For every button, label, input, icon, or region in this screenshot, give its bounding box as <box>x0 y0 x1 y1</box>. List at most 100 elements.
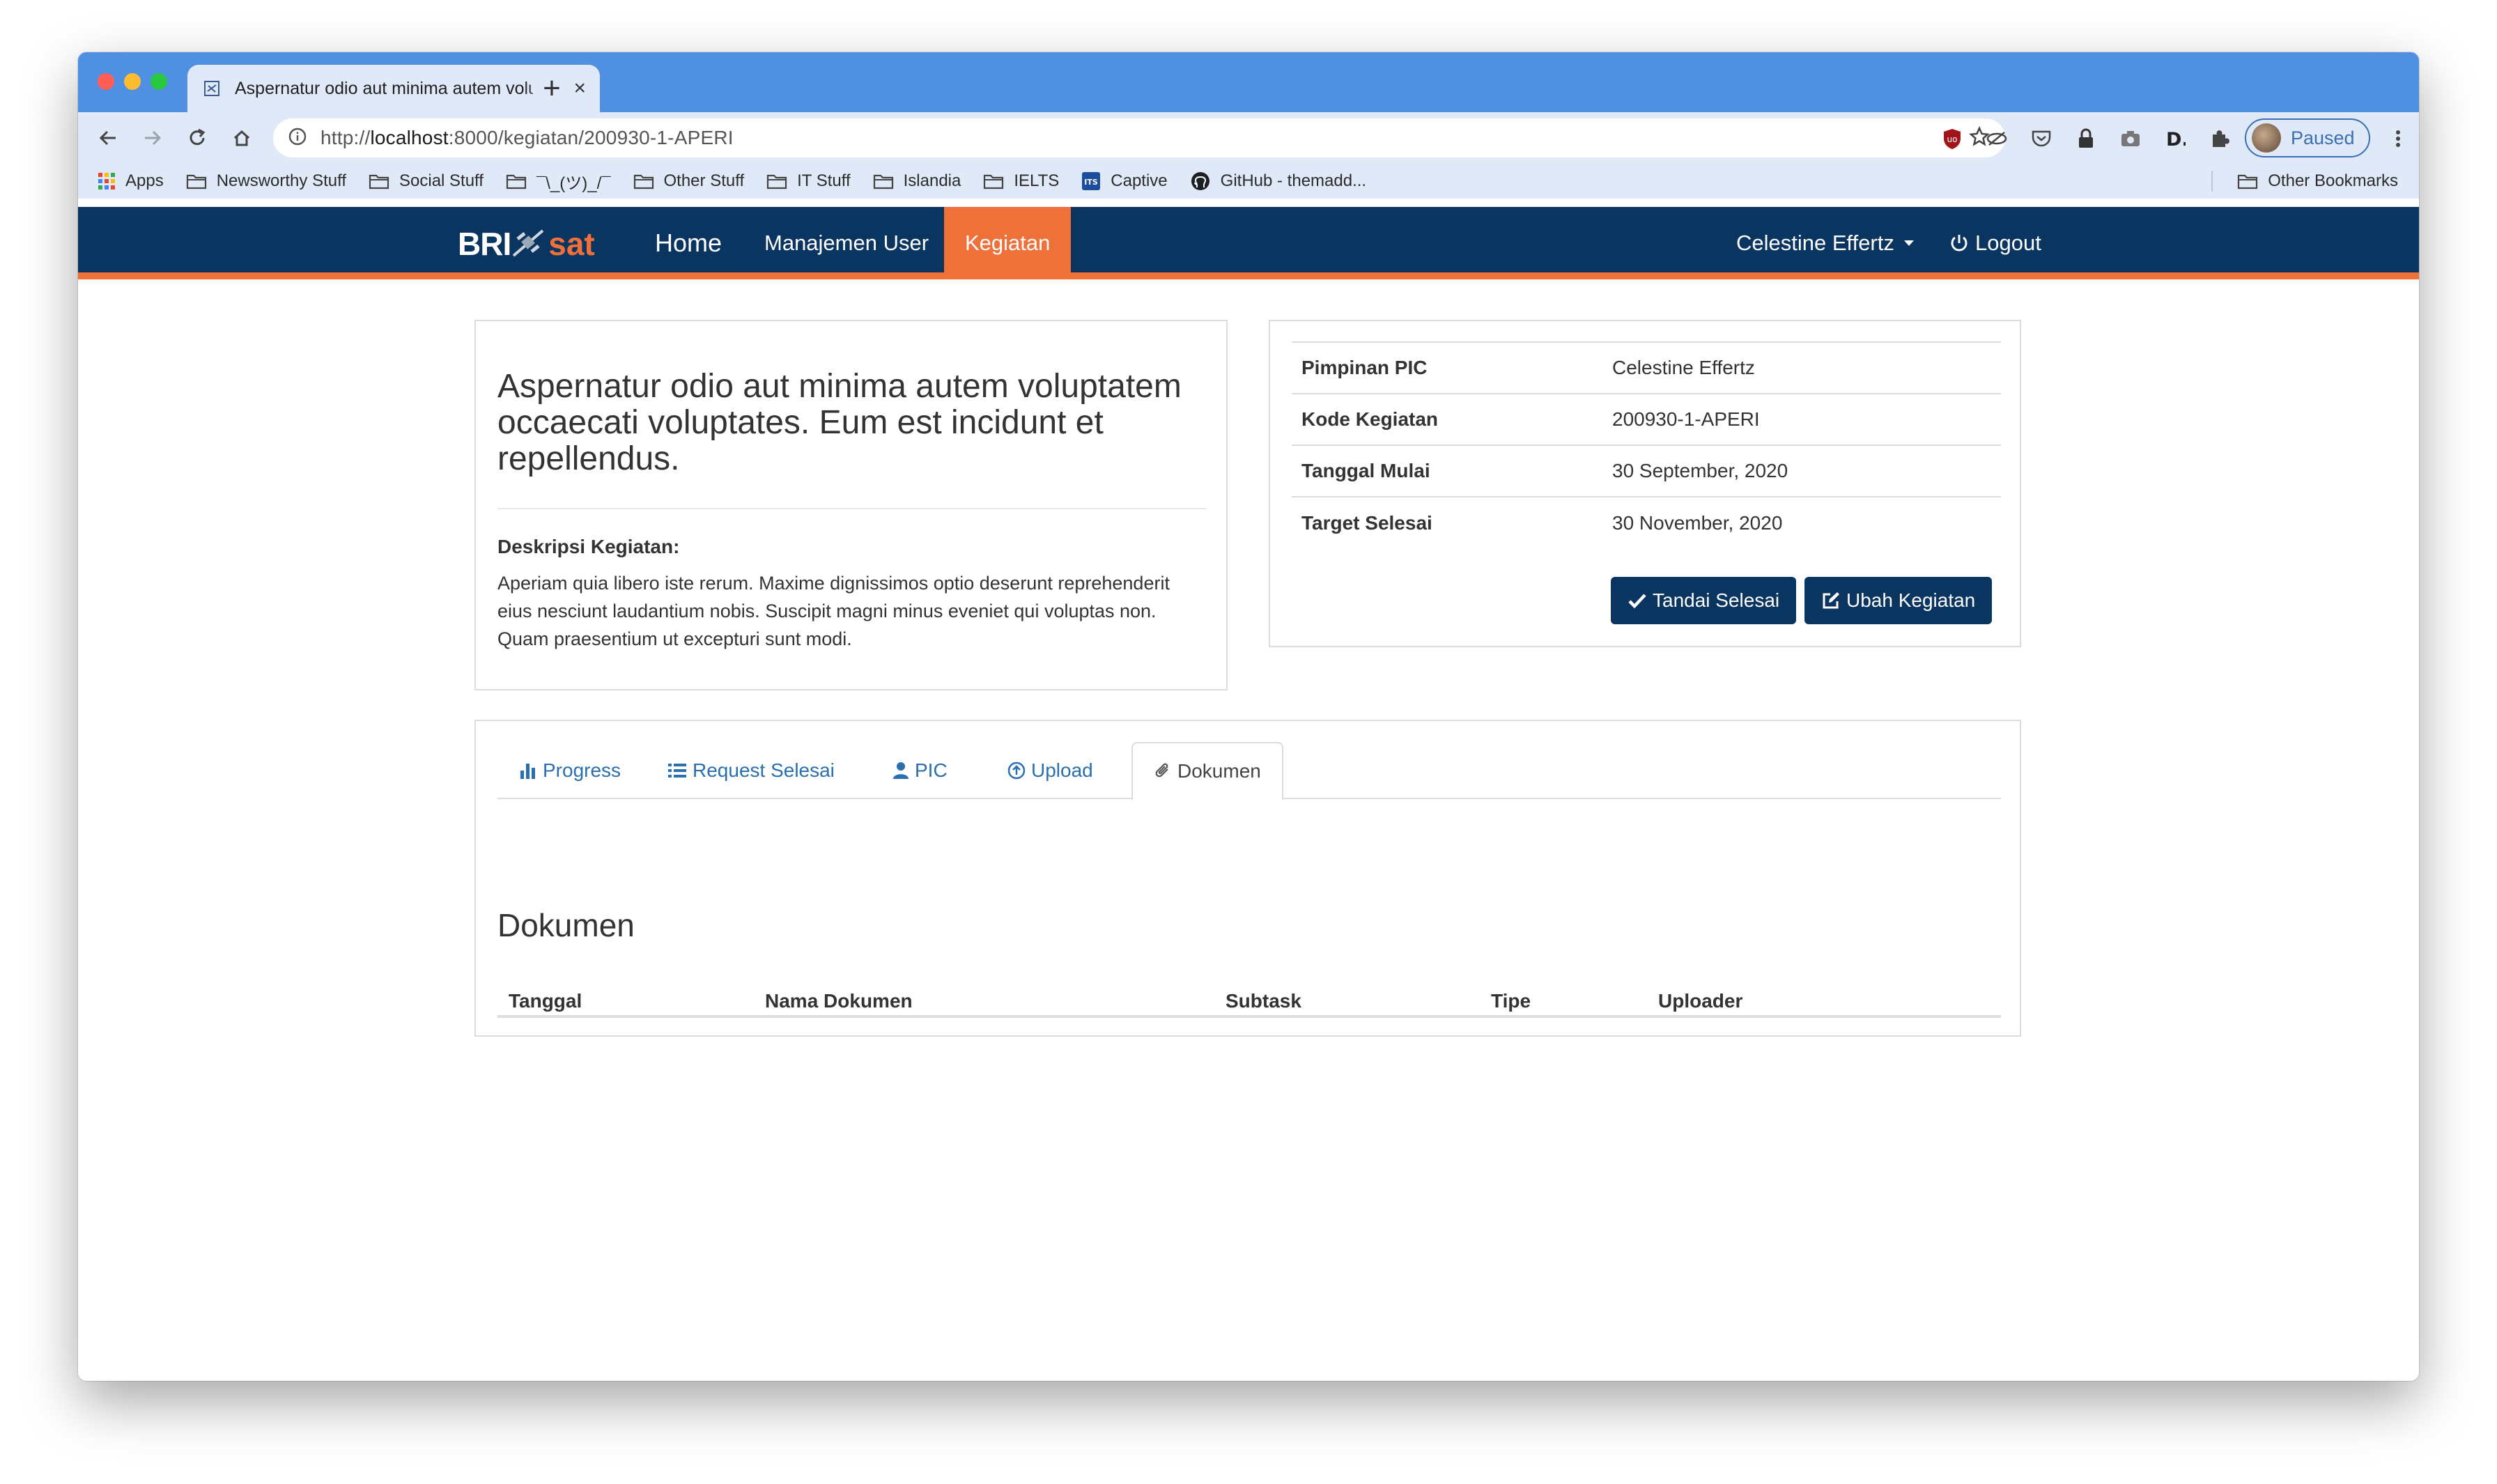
svg-text:ITS: ITS <box>1085 178 1099 187</box>
minimize-window-button[interactable] <box>124 73 141 90</box>
info-row: Tanggal Mulai 30 September, 2020 <box>1292 445 2001 497</box>
bookmark-label: IELTS <box>1014 171 1060 190</box>
tab-request-selesai[interactable]: Request Selesai <box>667 742 835 799</box>
column-header[interactable]: Tipe <box>1491 990 1531 1012</box>
user-dropdown[interactable]: Celestine Effertz <box>1736 207 1914 279</box>
tab-close-icon[interactable]: × <box>573 78 586 99</box>
tab-title: Aspernatur odio aut minima autem volupta… <box>235 78 562 98</box>
activity-info-table: Pimpinan PIC Celestine Effertz Kode Kegi… <box>1292 341 2001 548</box>
bookmark-apps[interactable]: Apps <box>98 171 164 191</box>
info-row: Pimpinan PIC Celestine Effertz <box>1292 341 2001 394</box>
brisat-logo[interactable]: BRI sat <box>458 221 595 267</box>
bookmark-social-stuff[interactable]: Social Stuff <box>369 171 484 191</box>
upload-circle-icon <box>1007 762 1026 780</box>
folder-icon <box>2237 173 2258 190</box>
edit-icon <box>1823 592 1839 609</box>
bookmark-islandia[interactable]: Islandia <box>873 171 961 191</box>
svg-text:D.: D. <box>2166 129 2186 149</box>
home-icon[interactable] <box>226 122 258 154</box>
logout-link[interactable]: Logout <box>1949 207 2041 279</box>
tab-label: Request Selesai <box>693 759 835 781</box>
nav-kegiatan[interactable]: Kegiatan <box>944 207 1072 279</box>
power-icon <box>1949 233 1970 254</box>
column-header[interactable]: Subtask <box>1226 990 1301 1012</box>
column-header[interactable]: Uploader <box>1658 990 1742 1012</box>
new-tab-button[interactable]: + <box>532 69 571 108</box>
column-header[interactable]: Nama Dokumen <box>765 990 913 1012</box>
check-icon <box>1628 594 1646 609</box>
tab-upload[interactable]: Upload <box>1007 742 1093 799</box>
activity-title: Aspernatur odio aut minima autem volupta… <box>497 368 1182 477</box>
mark-done-button[interactable]: Tandai Selesai <box>1611 577 1797 624</box>
reload-icon[interactable] <box>181 122 213 154</box>
bookmark-label: Other Bookmarks <box>2268 171 2398 190</box>
camera-icon[interactable] <box>2118 126 2143 151</box>
activity-summary-panel: Aspernatur odio aut minima autem volupta… <box>474 320 1228 690</box>
tab-pic[interactable]: PIC <box>892 742 948 799</box>
caret-down-icon <box>1903 240 1914 246</box>
list-icon <box>668 764 686 778</box>
apps-grid-icon <box>98 172 116 190</box>
tab-dokumen[interactable]: Dokumen <box>1131 742 1283 801</box>
its-icon: ITS <box>1081 171 1101 191</box>
satellite-icon <box>511 225 546 263</box>
avatar <box>2252 123 2281 153</box>
documents-table-header: Tanggal Nama Dokumen Subtask Tipe Upload… <box>497 990 2001 1018</box>
back-icon[interactable] <box>92 122 124 154</box>
edit-activity-button[interactable]: Ubah Kegiatan <box>1804 577 1993 624</box>
lock-extension-icon[interactable] <box>2073 126 2098 151</box>
site-favicon-icon <box>201 78 222 99</box>
kebab-menu-icon[interactable] <box>2386 126 2411 151</box>
logo-text-sat: sat <box>548 226 595 262</box>
bookmark-label: Captive <box>1111 171 1168 190</box>
folder-icon <box>633 173 654 190</box>
profile-button[interactable]: Paused <box>2245 118 2370 157</box>
description-text: Aperiam quia libero iste rerum. Maxime d… <box>497 573 1170 649</box>
bookmark-other-stuff[interactable]: Other Stuff <box>633 171 745 191</box>
tab-label: Dokumen <box>1177 760 1261 782</box>
profile-status: Paused <box>2291 127 2355 148</box>
info-row: Kode Kegiatan 200930-1-APERI <box>1292 393 2001 445</box>
column-header[interactable]: Tanggal <box>509 990 582 1012</box>
logout-label: Logout <box>1975 231 2041 255</box>
bookmark-label: Social Stuff <box>399 171 484 190</box>
pocket-icon[interactable] <box>2029 126 2054 151</box>
tab-progress[interactable]: Progress <box>519 742 621 799</box>
bookmark-label: ¯\_(ツ)_/¯ <box>536 173 611 193</box>
bookmark-label: Islandia <box>903 171 961 190</box>
close-window-button[interactable] <box>98 73 114 90</box>
bookmark-github[interactable]: GitHub - themadd... <box>1190 171 1366 192</box>
extension-eye-icon[interactable] <box>1984 126 2009 151</box>
tab-label: PIC <box>915 759 948 781</box>
bookmark-label: IT Stuff <box>797 171 851 190</box>
svg-text:uo: uo <box>1947 134 1958 144</box>
bookmark-captive[interactable]: ITS Captive <box>1081 171 1168 191</box>
activity-tabs-panel: Progress Request Selesai PIC Upload Doku… <box>474 720 2021 1037</box>
bookmark-ielts[interactable]: IELTS <box>983 171 1059 191</box>
bookmark-other-bookmarks[interactable]: Other Bookmarks <box>2237 164 2398 199</box>
folder-icon <box>983 173 1004 190</box>
nav-manajemen-user[interactable]: Manajemen User <box>764 207 929 279</box>
folder-icon <box>873 173 894 190</box>
forward-icon[interactable] <box>137 122 169 154</box>
info-value: 30 November, 2020 <box>1602 496 2001 548</box>
activity-info-panel: Pimpinan PIC Celestine Effertz Kode Kegi… <box>1269 320 2021 647</box>
bookmark-label: Other Stuff <box>663 171 745 190</box>
ublock-extension-icon[interactable]: uo <box>1940 126 1965 151</box>
bookmark-newsworthy-stuff[interactable]: Newsworthy Stuff <box>186 171 346 191</box>
dashlane-icon[interactable]: D. <box>2163 126 2188 151</box>
bookmark-it-stuff[interactable]: IT Stuff <box>766 171 851 191</box>
extensions-puzzle-icon[interactable] <box>2207 126 2232 151</box>
address-bar[interactable]: http://localhost:8000/kegiatan/200930-1-… <box>273 118 2005 157</box>
tab-label: Upload <box>1031 759 1093 781</box>
bookmarks-bar: Apps Newsworthy Stuff Social Stuff ¯\_(ツ… <box>78 164 2419 199</box>
bar-chart-icon <box>520 764 535 779</box>
info-value: 200930-1-APERI <box>1602 393 2001 445</box>
info-key: Pimpinan PIC <box>1292 341 1602 394</box>
nav-home[interactable]: Home <box>655 207 722 279</box>
info-icon[interactable] <box>288 127 307 149</box>
maximize-window-button[interactable] <box>150 73 167 90</box>
browser-toolbar: http://localhost:8000/kegiatan/200930-1-… <box>78 112 2419 164</box>
bookmark-shrug[interactable]: ¯\_(ツ)_/¯ <box>506 169 611 194</box>
info-key: Kode Kegiatan <box>1292 393 1602 445</box>
